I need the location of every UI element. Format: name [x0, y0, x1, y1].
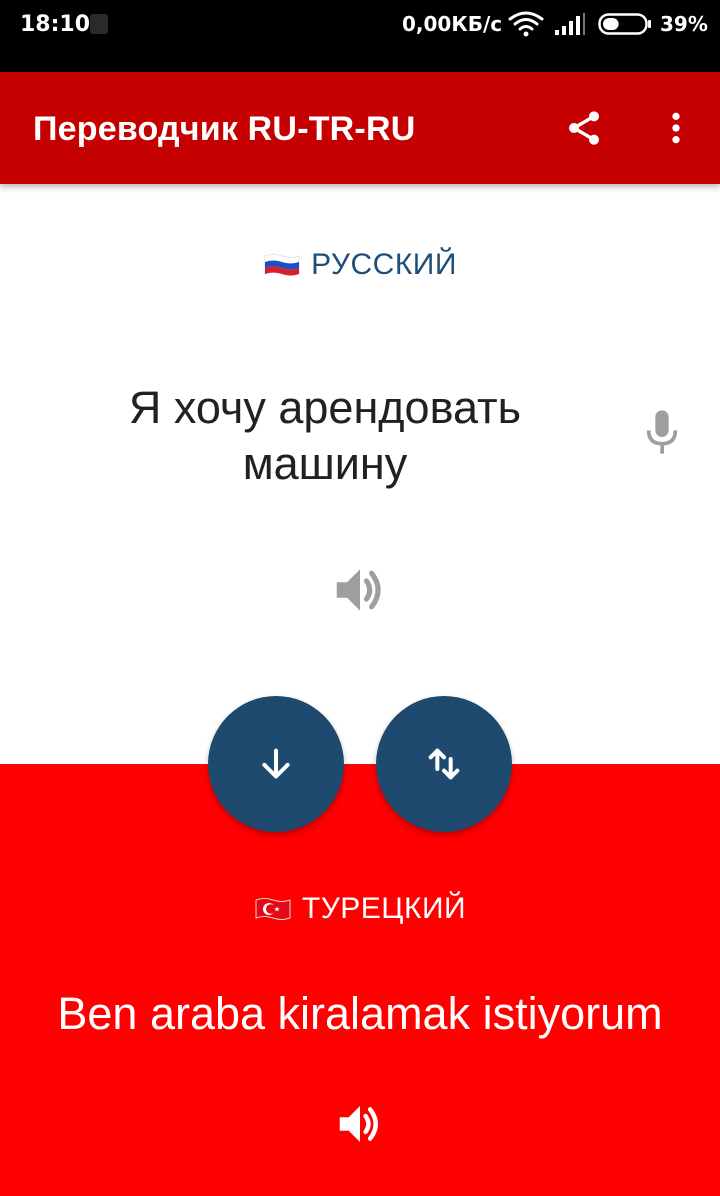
status-bar: 18:10 0,00КБ/с 39% — [0, 0, 720, 72]
russia-flag-icon — [264, 254, 300, 276]
speaker-icon — [339, 1106, 378, 1142]
swap-vertical-icon — [428, 748, 460, 780]
microphone-button[interactable] — [638, 406, 686, 458]
cell-signal-icon — [555, 13, 585, 35]
app-bar: Переводчик RU-TR-RU — [0, 72, 720, 184]
source-text[interactable]: Я хочу арендовать машину — [80, 380, 570, 492]
turkey-flag-icon — [255, 898, 291, 920]
status-time: 18:10 — [20, 12, 91, 37]
target-panel: ТУРЕЦКИЙ Ben araba kiralamak istiyorum — [0, 764, 720, 1196]
translation-text[interactable]: Ben araba kiralamak istiyorum — [0, 986, 720, 1042]
more-vert-icon — [672, 112, 680, 144]
battery-percent: 39% — [660, 12, 708, 36]
source-panel: РУССКИЙ Я хочу арендовать машину — [0, 184, 720, 764]
battery-icon — [598, 13, 651, 35]
speaker-icon — [336, 569, 381, 611]
source-language-label: РУССКИЙ — [311, 248, 457, 281]
app-title: Переводчик RU-TR-RU — [33, 110, 416, 148]
share-button[interactable] — [560, 104, 608, 152]
source-speak-button[interactable] — [326, 558, 394, 622]
target-language-label: ТУРЕЦКИЙ — [301, 892, 467, 925]
notification-icon — [90, 14, 108, 34]
share-icon — [569, 111, 599, 145]
source-language-selector[interactable]: РУССКИЙ — [0, 248, 720, 282]
overflow-menu-button[interactable] — [652, 104, 700, 152]
arrow-down-icon — [262, 748, 290, 779]
network-speed: 0,00КБ/с — [402, 12, 503, 36]
translate-button[interactable] — [208, 696, 344, 832]
target-language-selector[interactable]: ТУРЕЦКИЙ — [0, 892, 720, 926]
wifi-icon — [508, 11, 544, 37]
target-speak-button[interactable] — [330, 1096, 390, 1152]
microphone-icon — [646, 410, 678, 454]
swap-languages-button[interactable] — [376, 696, 512, 832]
